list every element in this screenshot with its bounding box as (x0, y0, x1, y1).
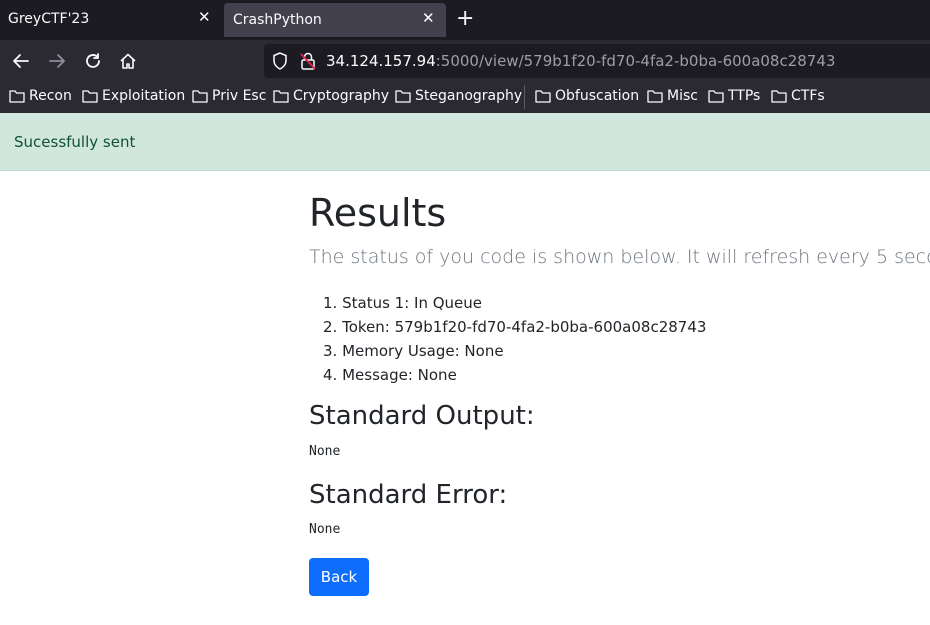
url-text: 34.124.157.94:5000/view/579b1f20-fd70-4f… (326, 52, 835, 70)
bookmark-misc[interactable]: Misc (647, 88, 698, 104)
bookmark-label: Obfuscation (555, 88, 640, 104)
page-title: Results (309, 191, 447, 235)
bookmark-recon[interactable]: Recon (9, 88, 72, 104)
reload-icon[interactable] (82, 50, 104, 72)
close-icon[interactable]: ✕ (198, 8, 211, 26)
tab-greyctf[interactable]: GreyCTF'23 ✕ (0, 0, 222, 38)
folder-icon (192, 90, 208, 103)
success-alert: Sucessfully sent (0, 113, 930, 171)
stderr-heading: Standard Error: (309, 480, 508, 510)
message-item: Message: None (342, 366, 457, 384)
tab-crashpython[interactable]: CrashPython ✕ (224, 3, 446, 37)
bookmark-label: Priv Esc (212, 88, 267, 104)
memory-item: Memory Usage: None (342, 342, 504, 360)
bookmark-steganography[interactable]: Steganography (395, 88, 522, 104)
home-icon[interactable] (117, 50, 139, 72)
bookmark-label: Misc (667, 88, 698, 104)
tab-bar: GreyCTF'23 ✕ CrashPython ✕ + (0, 0, 930, 40)
url-path: :5000/view/579b1f20-fd70-4fa2-b0ba-600a0… (435, 52, 836, 70)
url-bar[interactable]: 34.124.157.94:5000/view/579b1f20-fd70-4f… (264, 44, 930, 78)
bookmark-label: TTPs (728, 88, 761, 104)
bookmark-exploitation[interactable]: Exploitation (82, 88, 185, 104)
folder-icon (82, 90, 98, 103)
navigation-bar: 34.124.157.94:5000/view/579b1f20-fd70-4f… (0, 40, 930, 82)
folder-icon (535, 90, 551, 103)
folder-icon (395, 90, 411, 103)
back-button[interactable]: Back (309, 558, 369, 596)
bookmark-label: Recon (29, 88, 72, 104)
bookmark-cryptography[interactable]: Cryptography (273, 88, 389, 104)
alert-message: Sucessfully sent (14, 133, 136, 151)
bookmark-ttps[interactable]: TTPs (708, 88, 760, 104)
bookmark-label: Cryptography (293, 88, 390, 104)
stdout-heading: Standard Output: (309, 401, 535, 431)
bookmark-obfuscation[interactable]: Obfuscation (535, 88, 639, 104)
list-item: 2. Token: 579b1f20-fd70-4fa2-b0ba-600a08… (323, 318, 707, 336)
bookmark-label: Steganography (415, 88, 523, 104)
status-item: Status 1: In Queue (342, 294, 483, 312)
folder-icon (771, 90, 787, 103)
forward-arrow-icon[interactable] (46, 50, 68, 72)
bookmark-label: Exploitation (102, 88, 186, 104)
status-description: The status of you code is shown below. I… (309, 246, 930, 268)
bookmarks-bar: Recon Exploitation Priv Esc Cryptography… (0, 82, 930, 113)
tab-title: CrashPython (233, 12, 322, 28)
status-list: 1. Status 1: In Queue 2. Token: 579b1f20… (323, 291, 706, 387)
list-item: 4. Message: None (323, 366, 457, 384)
folder-icon (273, 90, 289, 103)
url-host: 34.124.157.94 (326, 52, 436, 70)
folder-icon (9, 90, 25, 103)
list-item: 1. Status 1: In Queue (323, 294, 483, 312)
stdout-value: None (309, 444, 341, 459)
bookmarks-separator (524, 85, 525, 109)
bookmark-priv-esc[interactable]: Priv Esc (192, 88, 266, 104)
stderr-value: None (309, 522, 341, 537)
shield-icon[interactable] (272, 52, 288, 74)
folder-icon (647, 90, 663, 103)
insecure-lock-icon[interactable] (300, 52, 316, 74)
token-item: Token: 579b1f20-fd70-4fa2-b0ba-600a08c28… (342, 318, 707, 336)
tab-title: GreyCTF'23 (8, 11, 90, 27)
list-item: 3. Memory Usage: None (323, 342, 504, 360)
bookmark-ctfs[interactable]: CTFs (771, 88, 825, 104)
bookmark-label: CTFs (791, 88, 825, 104)
plus-icon[interactable]: + (456, 6, 474, 32)
folder-icon (708, 90, 724, 103)
back-arrow-icon[interactable] (10, 50, 32, 72)
close-icon[interactable]: ✕ (422, 9, 435, 27)
